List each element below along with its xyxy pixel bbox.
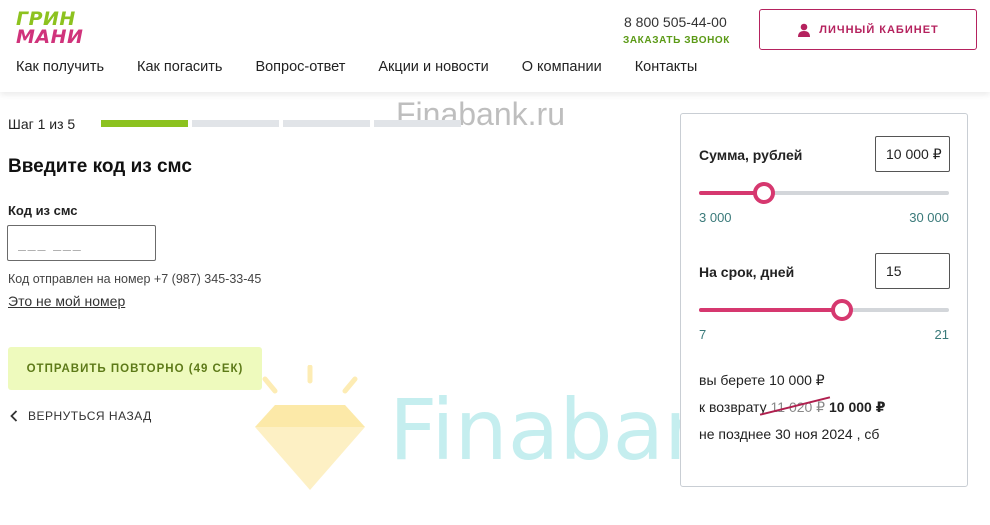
watermark-text: Finabank.ru [396,96,565,132]
nav-item-how-to-get[interactable]: Как получить [16,59,104,75]
term-slider[interactable] [699,308,949,312]
callback-link[interactable]: ЗАКАЗАТЬ ЗВОНОК [623,35,730,46]
site-header: ГРИН МАНИ 8 800 505-44-00 ЗАКАЗАТЬ ЗВОНО… [0,0,990,92]
nav-item-news[interactable]: Акции и новости [378,59,488,75]
resend-code-label: ОТПРАВИТЬ ПОВТОРНО (49 СЕК) [26,362,244,375]
chevron-left-icon [10,410,18,422]
logo[interactable]: ГРИН МАНИ [16,10,96,50]
term-max: 21 [934,327,949,342]
diamond-icon [255,365,365,490]
logo-line-2: МАНИ [16,26,84,48]
sms-code-label: Код из смс [8,203,78,218]
step-progress-bar [101,120,461,127]
step-segment [192,120,279,127]
page-title: Введите код из смс [8,156,192,177]
term-label: На срок, дней [699,264,795,280]
main-nav: Как получить Как погасить Вопрос-ответ А… [16,59,730,75]
sum-slider[interactable] [699,191,949,195]
step-segment [374,120,461,127]
back-label: ВЕРНУТЬСЯ НАЗАД [28,409,152,423]
nav-item-about[interactable]: О компании [522,59,602,75]
return-new-amount: 10 000 ₽ [828,399,886,415]
step-counter: Шаг 1 из 5 [8,116,76,132]
resend-code-button[interactable]: ОТПРАВИТЬ ПОВТОРНО (49 СЕК) [8,347,262,390]
step-segment [101,120,188,127]
phone-number[interactable]: 8 800 505-44-00 [624,14,727,30]
term-slider-fill [699,308,842,312]
nav-item-contacts[interactable]: Контакты [635,59,698,75]
return-old-amount: 11 020 ₽ [759,396,830,416]
sum-max: 30 000 [909,210,949,225]
sum-slider-handle[interactable] [753,182,775,204]
code-sent-note: Код отправлен на номер +7 (987) 345-33-4… [8,272,262,286]
borrow-amount: вы берете 10 000 ₽ [699,372,825,388]
not-my-number-link[interactable]: Это не мой номер [8,293,125,309]
term-slider-handle[interactable] [830,299,853,321]
step-segment [283,120,370,127]
nav-item-faq[interactable]: Вопрос-ответ [255,59,345,75]
sms-code-input[interactable] [7,225,156,261]
repay-deadline: не позднее 30 ноя 2024 , сб [699,426,880,442]
nav-item-how-to-repay[interactable]: Как погасить [137,59,222,75]
personal-account-label: ЛИЧНЫЙ КАБИНЕТ [819,23,939,36]
back-button[interactable]: ВЕРНУТЬСЯ НАЗАД [10,409,152,423]
return-amount: к возврату 11 020 ₽ 10 000 ₽ [699,396,886,416]
personal-account-button[interactable]: ЛИЧНЫЙ КАБИНЕТ [759,9,977,50]
sum-label: Сумма, рублей [699,147,803,163]
sum-min: 3 000 [699,210,732,225]
user-icon [798,23,811,37]
loan-calculator: Сумма, рублей 10 000 ₽ 3 000 30 000 На с… [680,113,968,487]
term-min: 7 [699,327,707,342]
sum-input[interactable]: 10 000 ₽ [875,136,950,172]
return-prefix: к возврату [699,399,767,415]
term-input[interactable]: 15 [875,253,950,289]
